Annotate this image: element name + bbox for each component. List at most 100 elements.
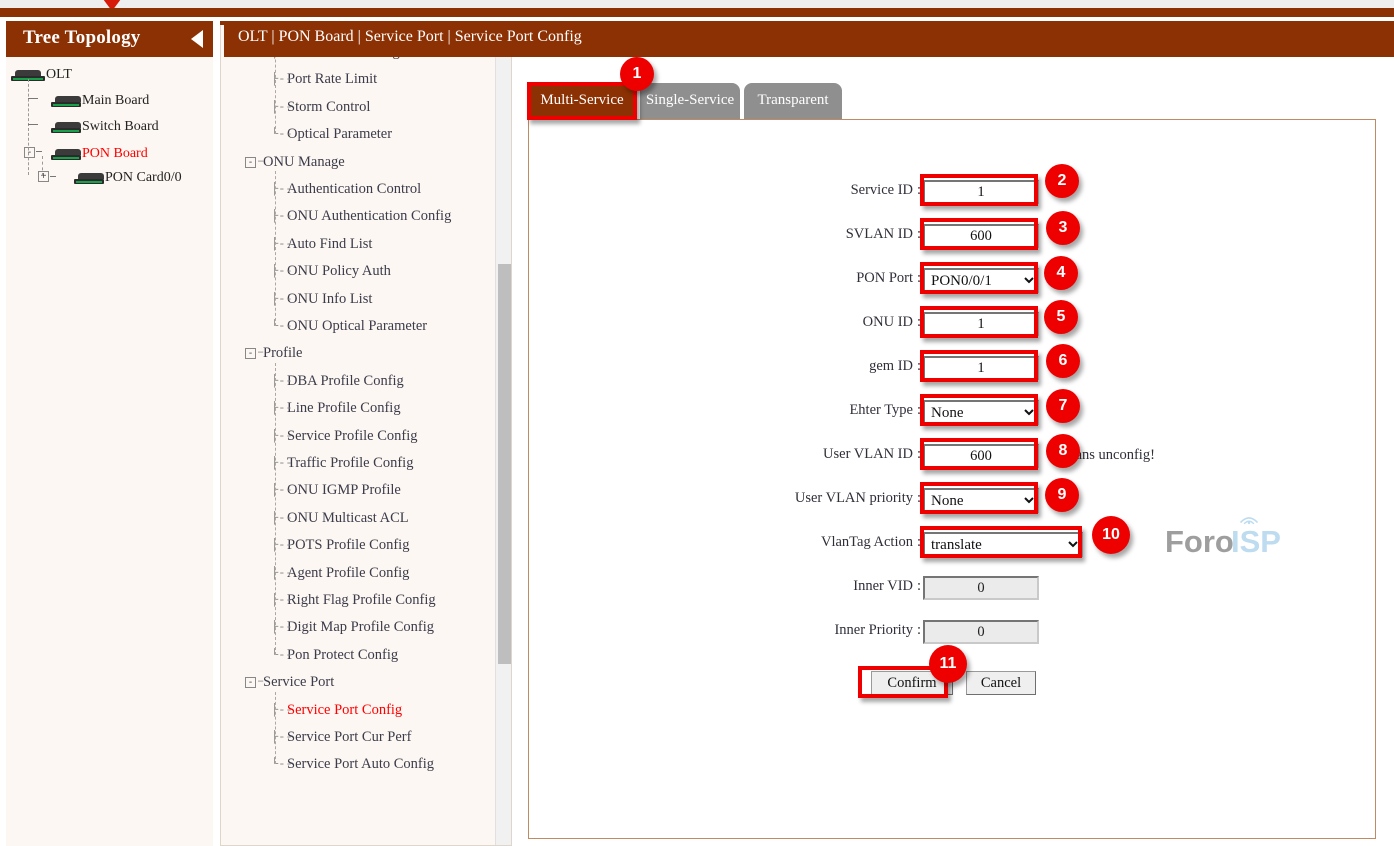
- nav-item-onu-igmp-profile[interactable]: ONU IGMP Profile: [287, 482, 401, 499]
- form-label: VlanTag Action: [820, 534, 913, 550]
- form-label: SVLAN ID: [845, 226, 913, 242]
- form-colon: :: [917, 182, 922, 198]
- form-row-ehter-type: Ehter Type: None: [529, 399, 1377, 425]
- nav-menu-panel: Port Extend Config├--Port Rate Limit├--S…: [220, 21, 512, 846]
- tree-connector-line: [36, 151, 42, 152]
- annotation-badge-8: 8: [1046, 434, 1080, 468]
- nav-item-port-rate-limit[interactable]: Port Rate Limit: [287, 71, 377, 88]
- form-colon: :: [917, 314, 922, 330]
- nav-item-agent-profile-config[interactable]: Agent Profile Config: [287, 565, 409, 582]
- antenna-tower-icon: [1240, 517, 1258, 525]
- form-label: User VLAN priority: [794, 490, 913, 506]
- device-card-icon: [74, 172, 104, 184]
- vlantag-action-select[interactable]: translate: [923, 532, 1083, 557]
- user-vlan-id-input[interactable]: [923, 444, 1039, 468]
- form-label: Inner Priority: [834, 622, 913, 638]
- annotation-badge-3: 3: [1046, 211, 1080, 245]
- nav-item-service-port-config[interactable]: Service Port Config: [287, 702, 402, 719]
- nav-item-authentication-control[interactable]: Authentication Control: [287, 181, 421, 198]
- tree-connector-line: [28, 79, 29, 175]
- nav-scrollbar[interactable]: [495, 26, 511, 845]
- tree-node-olt[interactable]: OLT: [11, 67, 72, 83]
- ehter-type-select[interactable]: None: [923, 400, 1039, 425]
- nav-item-pon-protect-config[interactable]: Pon Protect Config: [287, 647, 398, 664]
- tree-node-label: Switch Board: [82, 119, 159, 134]
- tree-connector-line: [28, 98, 38, 99]
- onu-id-input[interactable]: [923, 312, 1039, 336]
- form-label: User VLAN ID: [823, 446, 913, 462]
- tree-node-pon-board[interactable]: PON Board: [51, 146, 148, 162]
- annotation-badge-1: 1: [620, 57, 654, 91]
- cancel-button[interactable]: Cancel: [966, 671, 1036, 695]
- nav-item-pots-profile-config[interactable]: POTS Profile Config: [287, 537, 409, 554]
- svlan-id-input[interactable]: [923, 224, 1039, 248]
- nav-item-storm-control[interactable]: Storm Control: [287, 99, 370, 116]
- nav-item-onu-manage[interactable]: ONU Manage: [263, 154, 345, 171]
- form-colon: :: [917, 402, 922, 418]
- nav-connector-line: [275, 363, 276, 655]
- tree-node-switch-board[interactable]: Switch Board: [51, 119, 159, 135]
- nav-item-profile[interactable]: Profile: [263, 345, 302, 362]
- nav-item-optical-parameter[interactable]: Optical Parameter: [287, 126, 392, 143]
- content-header: OLT | PON Board | Service Port | Service…: [224, 21, 1394, 57]
- device-tree: OLT Main Board Switch Board PON Board - PON C…: [6, 57, 213, 846]
- user-vlan-priority-select[interactable]: None: [923, 488, 1039, 513]
- nav-expander-collapse[interactable]: -: [245, 677, 256, 688]
- nav-item-service-port-cur-perf[interactable]: Service Port Cur Perf: [287, 729, 411, 746]
- nav-item-service-port[interactable]: Service Port: [263, 674, 334, 691]
- nav-item-service-port-auto-config[interactable]: Service Port Auto Config: [287, 756, 434, 773]
- annotation-badge-5: 5: [1044, 300, 1078, 334]
- nav-item-digit-map-profile-config[interactable]: Digit Map Profile Config: [287, 619, 434, 636]
- nav-connector-line: [275, 171, 276, 326]
- nav-expander-collapse[interactable]: -: [245, 348, 256, 359]
- nav-item-onu-policy-auth[interactable]: ONU Policy Auth: [287, 263, 391, 280]
- form-label: gem ID: [869, 358, 913, 374]
- nav-item-onu-multicast-acl[interactable]: ONU Multicast ACL: [287, 510, 409, 527]
- form-label: ONU ID: [862, 314, 913, 330]
- form-colon: :: [917, 270, 922, 286]
- tree-node-main-board[interactable]: Main Board: [51, 93, 149, 109]
- annotation-badge-11: 11: [929, 645, 967, 683]
- tree-expander-expand[interactable]: +: [38, 171, 49, 182]
- nav-item-line-profile-config[interactable]: Line Profile Config: [287, 400, 401, 417]
- nav-scrollbar-thumb[interactable]: [498, 264, 511, 664]
- nav-item-dba-profile-config[interactable]: DBA Profile Config: [287, 373, 404, 390]
- tab-single-service[interactable]: Single-Service: [640, 83, 740, 119]
- gem-id-input[interactable]: [923, 356, 1039, 380]
- nav-item-onu-optical-parameter[interactable]: ONU Optical Parameter: [287, 318, 427, 335]
- tree-topology-title: Tree Topology: [23, 27, 141, 48]
- tab-multi-service[interactable]: Multi-Service: [528, 83, 636, 119]
- annotation-badge-9: 9: [1045, 478, 1079, 512]
- pon-port-select[interactable]: PON0/0/1: [923, 268, 1039, 293]
- form-colon: :: [917, 622, 922, 638]
- tab-transparent[interactable]: Transparent: [744, 83, 842, 119]
- form-row-inner-priority: Inner Priority:: [529, 619, 1377, 645]
- tree-topology-header: Tree Topology: [6, 21, 213, 57]
- device-board-icon: [51, 95, 81, 107]
- nav-item-traffic-profile-config[interactable]: Traffic Profile Config: [287, 455, 413, 472]
- form-colon: :: [917, 578, 922, 594]
- inner-priority-input: [923, 620, 1039, 644]
- tree-node-pon-card0-0[interactable]: PON Card0/0: [74, 170, 182, 186]
- nav-item-service-profile-config[interactable]: Service Profile Config: [287, 428, 417, 445]
- tree-node-label: PON Card0/0: [105, 170, 182, 185]
- form-row-svlan-id: SVLAN ID:: [529, 223, 1377, 249]
- nav-item-right-flag-profile-config[interactable]: Right Flag Profile Config: [287, 592, 436, 609]
- annotation-badge-2: 2: [1045, 164, 1079, 198]
- collapse-sidebar-icon[interactable]: [191, 30, 203, 48]
- annotation-badge-6: 6: [1046, 344, 1080, 378]
- breadcrumb: OLT | PON Board | Service Port | Service…: [238, 28, 582, 45]
- nav-item-auto-find-list[interactable]: Auto Find List: [287, 236, 372, 253]
- form-label: Service ID: [850, 182, 913, 198]
- nav-connector-dash: –: [257, 674, 265, 688]
- service-id-input[interactable]: [923, 180, 1039, 204]
- form-label: Inner VID: [853, 578, 913, 594]
- service-port-form-panel: Foro ISP Service ID:SVLAN ID:PON Port:PO…: [528, 119, 1376, 839]
- nav-item-onu-info-list[interactable]: ONU Info List: [287, 291, 372, 308]
- top-strip: [0, 0, 1394, 8]
- form-colon: :: [917, 226, 922, 242]
- nav-item-onu-authentication-config[interactable]: ONU Authentication Config: [287, 208, 451, 225]
- tree-expander-collapse[interactable]: -: [24, 147, 35, 158]
- form-colon: :: [917, 490, 922, 506]
- nav-expander-collapse[interactable]: -: [245, 157, 256, 168]
